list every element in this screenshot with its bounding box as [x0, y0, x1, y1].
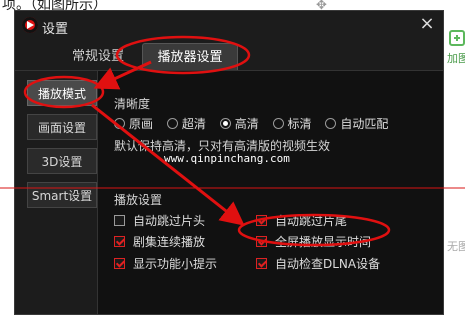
checkbox-fullscreen-time[interactable]: 全屏播放显示时间	[256, 233, 371, 250]
sidebar-item-picture-settings[interactable]: 画面设置	[27, 114, 97, 140]
tab-player-settings[interactable]: 播放器设置	[142, 43, 238, 71]
clarity-section-title: 清晰度	[114, 97, 151, 111]
add-image-widget: 加图	[447, 30, 465, 90]
radio-super-hd[interactable]: 超清	[166, 115, 206, 132]
plus-icon	[449, 30, 465, 46]
checkbox-continuous-play[interactable]: 剧集连续播放	[114, 233, 205, 250]
radio-auto-match[interactable]: 自动匹配	[325, 115, 388, 132]
clarity-radio-group: 原画 超清 高清 标清 自动匹配	[114, 115, 398, 135]
checkbox-show-tips[interactable]: 显示功能小提示	[114, 255, 217, 272]
radio-icon	[166, 118, 178, 129]
playback-section-title: 播放设置	[114, 193, 163, 207]
dialog-title: 设置	[42, 22, 69, 37]
dialog-titlebar[interactable]: 设置 ×	[15, 11, 443, 43]
checkbox-skip-outro[interactable]: 自动跳过片尾	[256, 212, 347, 229]
radio-hd[interactable]: 高清	[219, 115, 259, 132]
radio-selected-icon	[219, 118, 231, 129]
checkbox-checked-icon	[256, 258, 267, 269]
checkbox-checked-icon	[114, 236, 125, 247]
no-image-label: 无图	[447, 240, 465, 253]
close-icon[interactable]: ×	[417, 14, 437, 34]
checkbox-skip-intro[interactable]: 自动跳过片头	[114, 212, 205, 229]
checkbox-icon	[114, 215, 125, 226]
radio-sd[interactable]: 标清	[272, 115, 312, 132]
checkbox-checked-icon	[256, 236, 267, 247]
sidebar-item-playback-mode[interactable]: 播放模式	[27, 80, 97, 106]
tab-general-settings[interactable]: 常规设置	[59, 43, 137, 71]
checkbox-checked-icon	[256, 215, 267, 226]
radio-icon	[325, 118, 337, 129]
radio-icon	[114, 118, 125, 129]
radio-original[interactable]: 原画	[114, 115, 153, 132]
add-image-label: 加图	[447, 52, 465, 65]
player-logo-icon	[22, 17, 38, 33]
site-watermark: www.qinpinchang.com	[164, 152, 290, 165]
settings-content-panel: 清晰度 原画 超清 高清 标清 自动匹配 默认保持高清，只对有高清版的视频生效 …	[97, 71, 443, 314]
sidebar-item-3d-settings[interactable]: 3D设置	[27, 148, 97, 174]
checkbox-dlna-check[interactable]: 自动检查DLNA设备	[256, 255, 380, 272]
checkbox-checked-icon	[114, 258, 125, 269]
settings-dialog: 设置 × 常规设置 播放器设置 播放模式 画面设置 3D设置 Smart设置 清…	[14, 10, 444, 315]
sidebar-item-smart-settings[interactable]: Smart设置	[27, 182, 97, 208]
radio-icon	[272, 118, 284, 129]
